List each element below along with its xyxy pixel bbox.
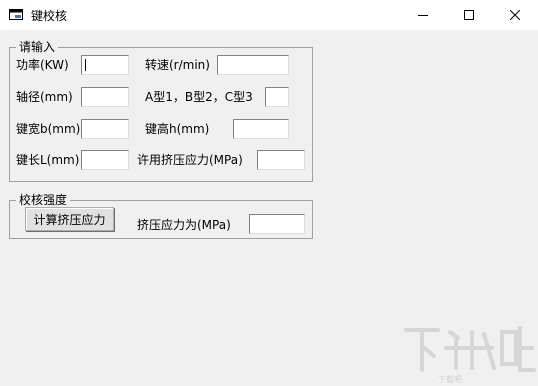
watermark-text: 下载吧 xyxy=(438,374,462,384)
check-group-legend: 校核强度 xyxy=(16,192,71,208)
close-icon xyxy=(510,10,520,20)
watermark-logo: 下载吧 xyxy=(404,326,536,384)
shaft-diameter-label: 轴径(mm) xyxy=(16,90,73,104)
minimize-button[interactable] xyxy=(400,0,446,30)
calculate-stress-button[interactable]: 计算挤压应力 xyxy=(25,207,114,231)
key-length-label: 键长L(mm) xyxy=(16,153,80,167)
maximize-button[interactable] xyxy=(446,0,492,30)
key-width-label: 键宽b(mm) xyxy=(16,122,81,136)
window-title: 键校核 xyxy=(31,9,68,23)
speed-input[interactable] xyxy=(217,55,289,75)
close-button[interactable] xyxy=(492,0,538,30)
key-height-input[interactable] xyxy=(233,119,289,139)
key-type-label: A型1，B型2，C型3 xyxy=(145,90,253,104)
allowable-stress-input[interactable] xyxy=(257,150,305,170)
key-width-input[interactable] xyxy=(81,119,129,139)
text-caret xyxy=(85,59,86,71)
result-stress-label: 挤压应力为(MPa) xyxy=(137,218,231,232)
app-icon xyxy=(9,9,23,20)
title-bar: 键校核 xyxy=(0,0,538,30)
speed-label: 转速(r/min) xyxy=(145,58,210,72)
power-input[interactable] xyxy=(81,55,129,75)
key-length-input[interactable] xyxy=(81,150,129,170)
minimize-icon xyxy=(418,15,428,16)
result-stress-output[interactable] xyxy=(249,214,305,234)
allowable-stress-label: 许用挤压应力(MPa) xyxy=(137,153,243,167)
key-height-label: 键高h(mm) xyxy=(145,122,210,136)
key-type-input[interactable] xyxy=(265,87,289,107)
shaft-diameter-input[interactable] xyxy=(81,87,129,107)
input-group-legend: 请输入 xyxy=(16,39,59,55)
power-label: 功率(KW) xyxy=(16,58,69,72)
maximize-icon xyxy=(464,10,474,20)
